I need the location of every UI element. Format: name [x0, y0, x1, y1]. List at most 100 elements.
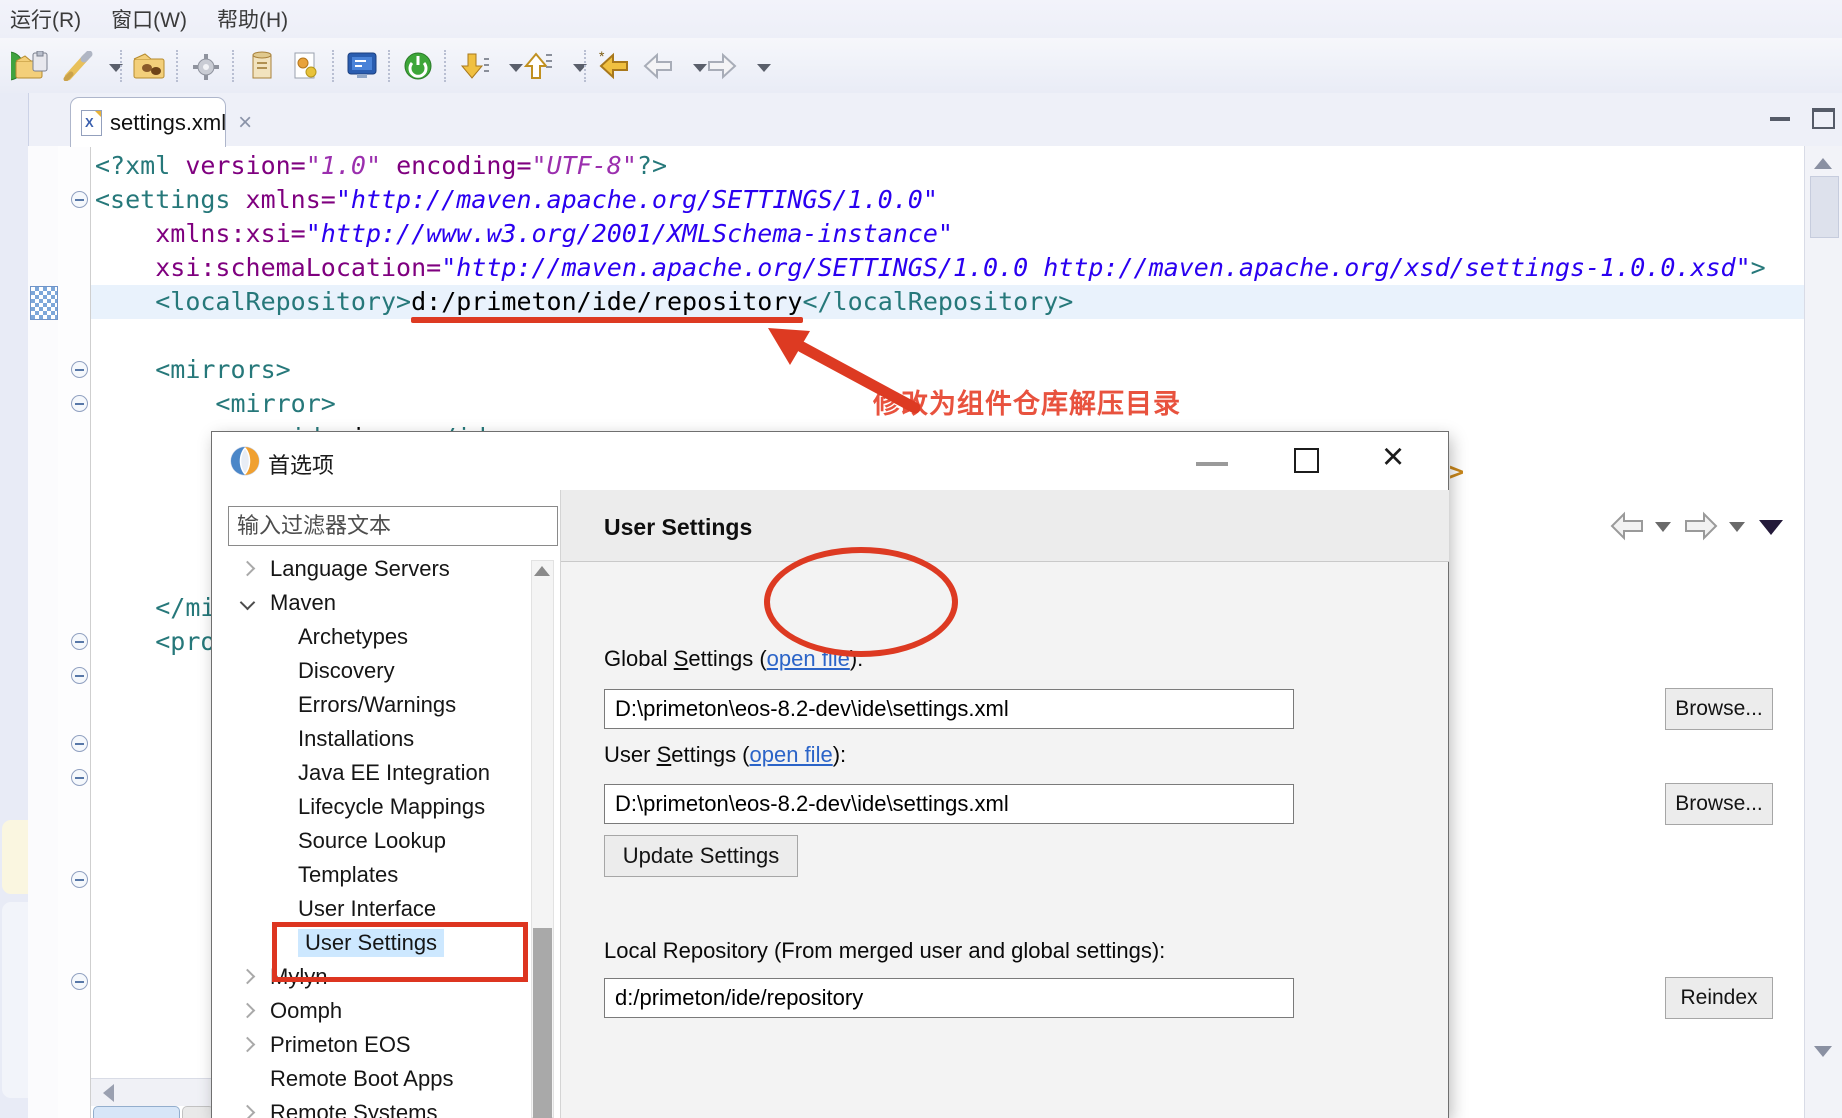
collapse-icon[interactable] [71, 633, 88, 650]
local-repository-field[interactable] [604, 978, 1294, 1018]
tree-item-remote-systems[interactable]: Remote Systems [212, 1097, 530, 1118]
toolbar-separator [232, 50, 234, 82]
chevron-right-icon[interactable] [240, 1037, 256, 1053]
tab-settings-xml[interactable]: settings.xml × [70, 97, 226, 147]
gear-icon[interactable] [188, 48, 224, 84]
tree-scrollbar-thumb[interactable] [533, 928, 552, 1118]
tree-item-label: Source Lookup [298, 828, 446, 854]
menu-item-1[interactable]: 窗口(W) [111, 4, 187, 34]
user-settings-label: User Settings (open file): [604, 742, 846, 768]
scroll-left-icon[interactable] [103, 1084, 114, 1102]
dialog-minimize-icon[interactable] [1196, 462, 1228, 466]
collapse-icon[interactable] [71, 395, 88, 412]
minimize-view-icon[interactable] [1770, 117, 1790, 121]
tree-item-java-ee-integration[interactable]: Java EE Integration [212, 757, 530, 791]
chevron-right-icon[interactable] [240, 1003, 256, 1019]
panel-heading: User Settings [604, 514, 752, 541]
upload-list-icon[interactable] [520, 48, 556, 84]
collapse-icon[interactable] [71, 191, 88, 208]
view-menu-icon[interactable] [1759, 520, 1783, 535]
tree-item-maven[interactable]: Maven [212, 587, 530, 621]
paintbrush-dropdown-caret[interactable] [98, 48, 134, 84]
chevron-right-icon[interactable] [240, 1105, 256, 1118]
editor-scrollbar-thumb[interactable] [1810, 176, 1839, 238]
paintbrush-icon[interactable] [60, 48, 96, 84]
editor-horizontal-scrollbar[interactable] [91, 1078, 212, 1106]
forward-icon[interactable] [704, 48, 740, 84]
tree-item-primeton-eos[interactable]: Primeton EOS [212, 1029, 530, 1063]
last-edit-location-icon[interactable]: * [596, 48, 632, 84]
tree-item-oomph[interactable]: Oomph [212, 995, 530, 1029]
console-icon[interactable] [344, 48, 380, 84]
folder-clipboard-icon[interactable] [14, 48, 50, 84]
back-dropdown-caret[interactable] [1655, 522, 1671, 532]
tree-item-archetypes[interactable]: Archetypes [212, 621, 530, 655]
global-settings-path-field[interactable] [604, 689, 1294, 729]
toolbar-separator [332, 50, 334, 82]
collapse-icon[interactable] [71, 735, 88, 752]
chevron-right-icon[interactable] [240, 561, 256, 577]
bottom-view-tab[interactable] [93, 1106, 180, 1118]
dialog-maximize-icon[interactable] [1294, 448, 1319, 473]
tree-item-errors-warnings[interactable]: Errors/Warnings [212, 689, 530, 723]
tree-item-label: Oomph [270, 998, 342, 1024]
toolbar-separator [120, 50, 122, 82]
file-gears-icon[interactable] [288, 48, 324, 84]
tree-item-installations[interactable]: Installations [212, 723, 530, 757]
back-icon[interactable] [640, 48, 676, 84]
update-settings-button[interactable]: Update Settings [604, 835, 798, 877]
reindex-button[interactable]: Reindex [1665, 977, 1773, 1019]
tree-scroll-up-icon[interactable] [534, 566, 550, 576]
forward-arrow-icon[interactable] [1683, 510, 1719, 542]
tree-item-remote-boot-apps[interactable]: Remote Boot Apps [212, 1063, 530, 1097]
trim-fast-view-tab2[interactable] [2, 902, 28, 1098]
main-toolbar: * [0, 38, 1842, 94]
spring-boot-icon[interactable] [400, 48, 436, 84]
maximize-view-icon[interactable] [1812, 108, 1835, 129]
filter-input[interactable] [228, 506, 558, 546]
editor-vertical-scrollbar[interactable] [1804, 146, 1842, 1118]
tree-item-label: Java EE Integration [298, 760, 490, 786]
tree-item-source-lookup[interactable]: Source Lookup [212, 825, 530, 859]
tree-item-lifecycle-mappings[interactable]: Lifecycle Mappings [212, 791, 530, 825]
bottom-view-tab2[interactable] [182, 1106, 214, 1118]
dialog-title: 首选项 [268, 448, 334, 480]
ant-buildfile-icon[interactable] [244, 48, 280, 84]
back-arrow-icon[interactable] [1609, 510, 1645, 542]
global-browse-button[interactable]: Browse... [1665, 688, 1773, 730]
tab-close-icon[interactable]: × [238, 111, 252, 135]
tree-item-label: Remote Boot Apps [270, 1066, 453, 1092]
local-repository-label: Local Repository (From merged user and g… [604, 938, 1165, 964]
folder-coffee-icon[interactable] [132, 48, 168, 84]
user-open-file-link[interactable]: open file [750, 742, 833, 767]
trim-fast-view-tab[interactable] [2, 820, 28, 894]
settings-panel: User Settings Global Settings (open file… [560, 490, 1448, 1118]
scroll-up-icon[interactable] [1814, 158, 1832, 169]
forward-dropdown-caret[interactable] [746, 48, 782, 84]
collapse-icon[interactable] [71, 871, 88, 888]
forward-dropdown-caret[interactable] [1729, 522, 1745, 532]
toolbar-separator [584, 50, 586, 82]
download-list-icon[interactable] [456, 48, 492, 84]
menu-item-2[interactable]: 帮助(H) [217, 4, 288, 34]
upload-dropdown-caret[interactable] [562, 48, 598, 84]
collapse-icon[interactable] [71, 361, 88, 378]
tree-item-templates[interactable]: Templates [212, 859, 530, 893]
folding-ruler[interactable] [58, 146, 91, 1118]
tree-item-label: Lifecycle Mappings [298, 794, 485, 820]
scroll-down-icon[interactable] [1814, 1046, 1832, 1057]
menu-item-0[interactable]: 运行(R) [10, 4, 81, 34]
collapse-icon[interactable] [71, 667, 88, 684]
collapse-icon[interactable] [71, 769, 88, 786]
user-browse-button[interactable]: Browse... [1665, 783, 1773, 825]
collapse-icon[interactable] [71, 973, 88, 990]
tree-item-discovery[interactable]: Discovery [212, 655, 530, 689]
dialog-close-icon[interactable]: × [1382, 438, 1404, 476]
user-settings-path-field[interactable] [604, 784, 1294, 824]
menu-bar: 运行(R) 窗口(W) 帮助(H) [0, 0, 1842, 38]
tree-item-label: Installations [298, 726, 414, 752]
tree-item-language-servers[interactable]: Language Servers [212, 553, 530, 587]
tree-item-label: Templates [298, 862, 398, 888]
chevron-right-icon[interactable] [240, 969, 256, 985]
chevron-down-icon[interactable] [240, 595, 256, 611]
